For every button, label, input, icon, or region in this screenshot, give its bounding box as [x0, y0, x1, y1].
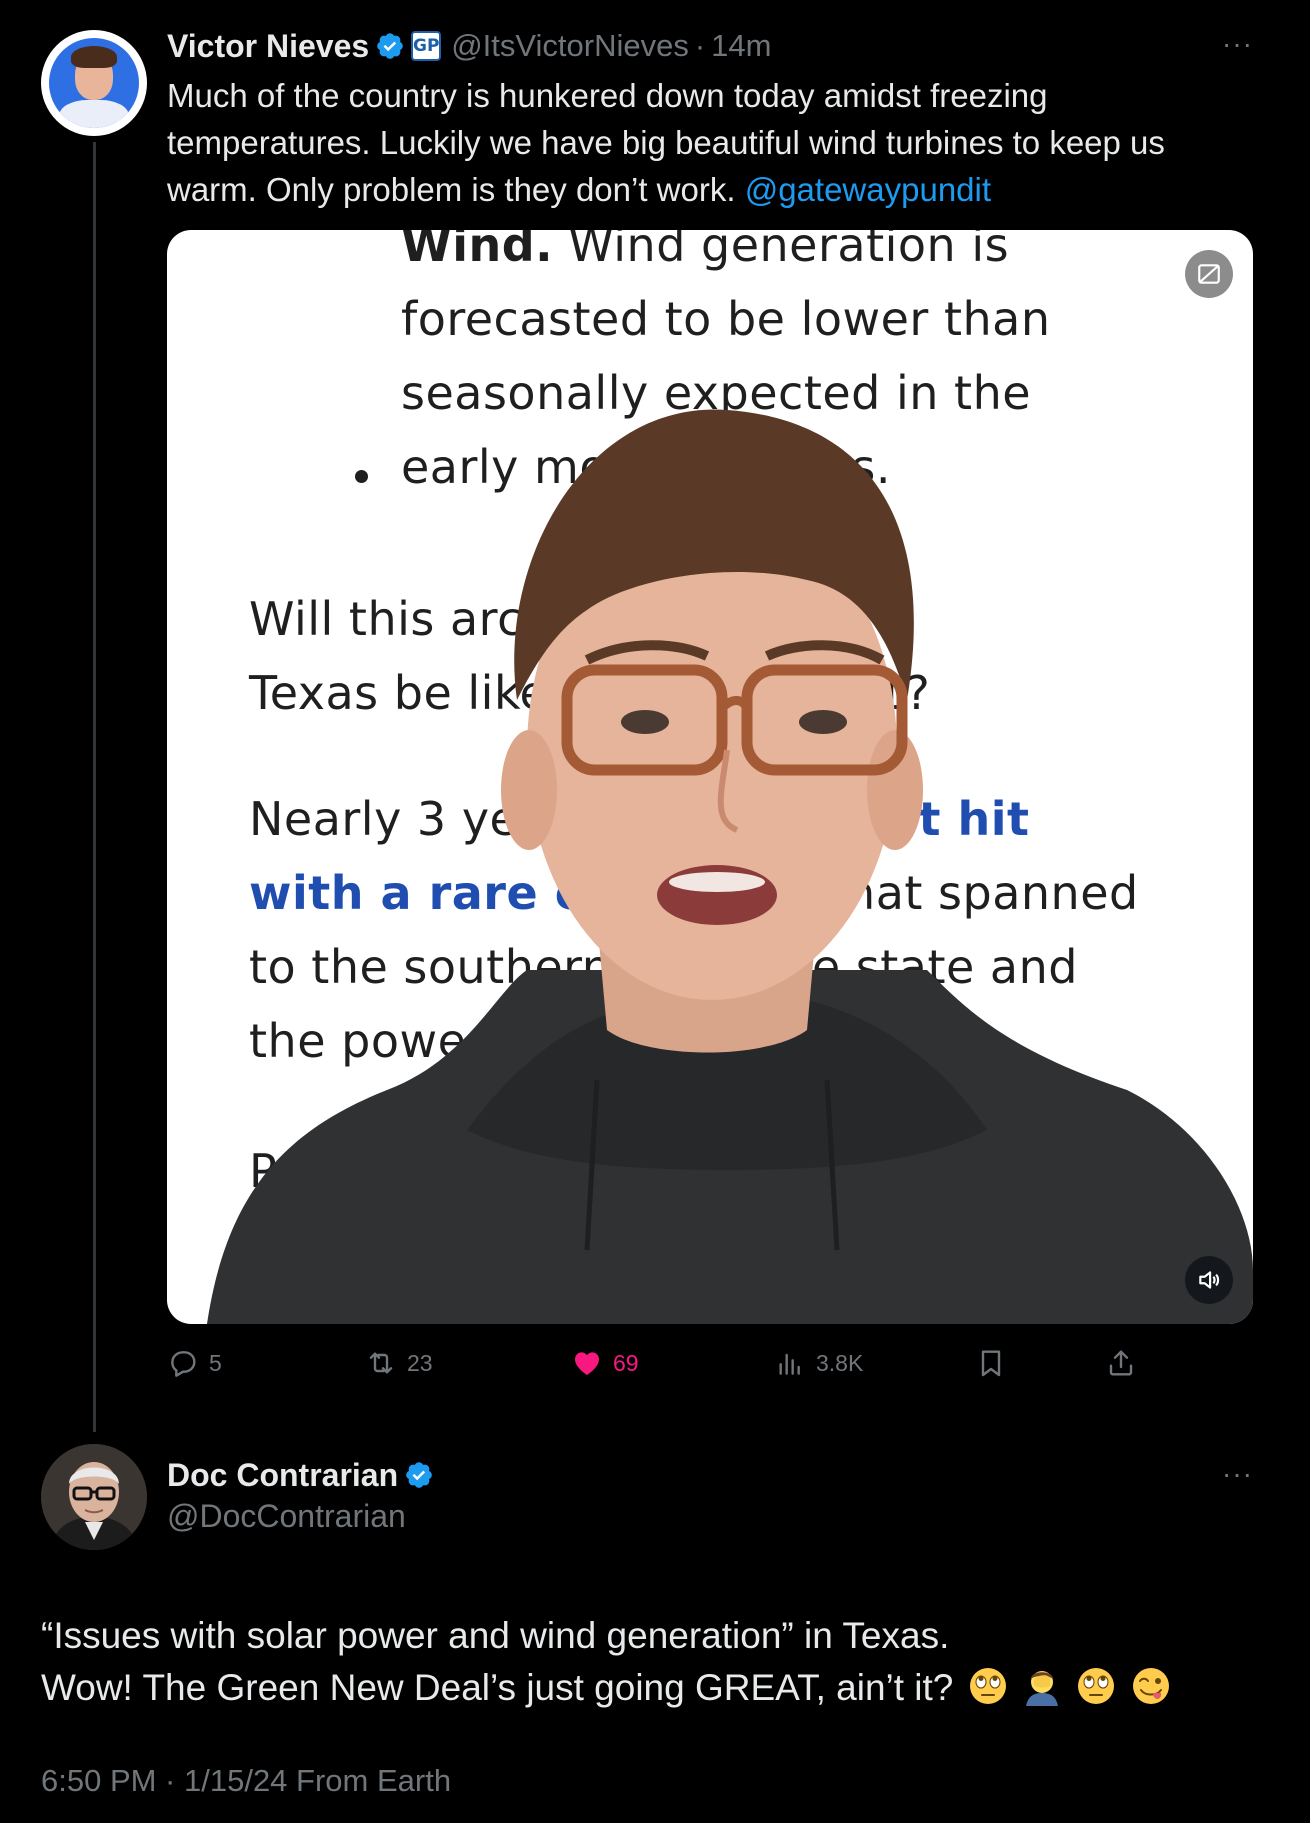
speaker-icon [1199, 1271, 1220, 1289]
tweet2-line2: Wow! The Green New Deal’s just going GRE… [41, 1662, 1271, 1714]
image-off-icon [1198, 264, 1220, 284]
author-name[interactable]: Doc Contrarian [167, 1457, 398, 1494]
tweet1-header: Victor Nieves GP @ItsVictorNieves · 14m [167, 26, 771, 66]
author-handle[interactable]: @ItsVictorNieves [451, 28, 689, 64]
author-name[interactable]: Victor Nieves [167, 28, 369, 65]
reply-button[interactable]: 5 [167, 1340, 222, 1386]
tweet2-header: Doc Contrarian [167, 1455, 434, 1495]
mention-link[interactable]: @gatewaypundit [745, 171, 991, 208]
tweet-time[interactable]: 14m [711, 28, 771, 64]
winking-face-with-tongue-icon [1132, 1668, 1169, 1704]
heart-filled-icon [575, 1352, 599, 1375]
like-button[interactable]: 69 [571, 1340, 639, 1386]
avatar-image [41, 1444, 147, 1550]
media-options-icon[interactable] [1185, 250, 1233, 298]
face-with-rolling-eyes-icon [969, 1668, 1006, 1704]
author-handle[interactable]: @DocContrarian [167, 1498, 406, 1535]
reply-count: 5 [209, 1349, 222, 1376]
share-icon [1109, 1350, 1133, 1376]
repost-icon [369, 1352, 393, 1374]
avatar-victor-nieves[interactable] [41, 30, 147, 136]
affiliate-badge[interactable]: GP [411, 31, 442, 61]
tweet2-timestamp[interactable]: 6:50 PM · 1/15/24 From Earth [41, 1763, 451, 1799]
tweet1-video[interactable]: Wind. Wind generation is forecasted to b… [167, 230, 1253, 1324]
more-options-icon[interactable]: ··· [1222, 1458, 1253, 1490]
tweet1-action-bar: 5 23 69 3.8K [167, 1340, 1167, 1386]
bookmark-icon [981, 1350, 1001, 1377]
more-options-icon[interactable]: ··· [1222, 28, 1253, 60]
repost-button[interactable]: 23 [365, 1340, 433, 1386]
views-button[interactable]: 3.8K [774, 1340, 863, 1386]
reply-icon [171, 1351, 196, 1377]
verified-badge-icon [377, 33, 403, 59]
analytics-icon [779, 1353, 800, 1375]
video-presenter-image [207, 409, 1253, 1324]
bookmark-button[interactable] [975, 1340, 1017, 1386]
face-with-rolling-eyes-icon [1078, 1668, 1115, 1704]
separator-dot: · [694, 28, 706, 63]
view-count: 3.8K [816, 1349, 864, 1376]
share-button[interactable] [1105, 1340, 1147, 1386]
avatar-doc-contrarian[interactable] [41, 1444, 147, 1550]
tweet1-text: Much of the country is hunkered down tod… [167, 72, 1227, 213]
tweet2-line1: “Issues with solar power and wind genera… [41, 1615, 950, 1656]
verified-badge-icon [406, 1462, 432, 1488]
tweet1-body: Much of the country is hunkered down tod… [167, 77, 1165, 208]
avatar-image [49, 38, 139, 128]
tweet2-text: “Issues with solar power and wind genera… [41, 1610, 1271, 1714]
volume-button[interactable] [1185, 1256, 1233, 1304]
like-count: 69 [613, 1349, 639, 1376]
repost-count: 23 [407, 1349, 433, 1376]
man-facepalming-icon [1025, 1671, 1058, 1706]
thread-connector-line [93, 142, 96, 1432]
